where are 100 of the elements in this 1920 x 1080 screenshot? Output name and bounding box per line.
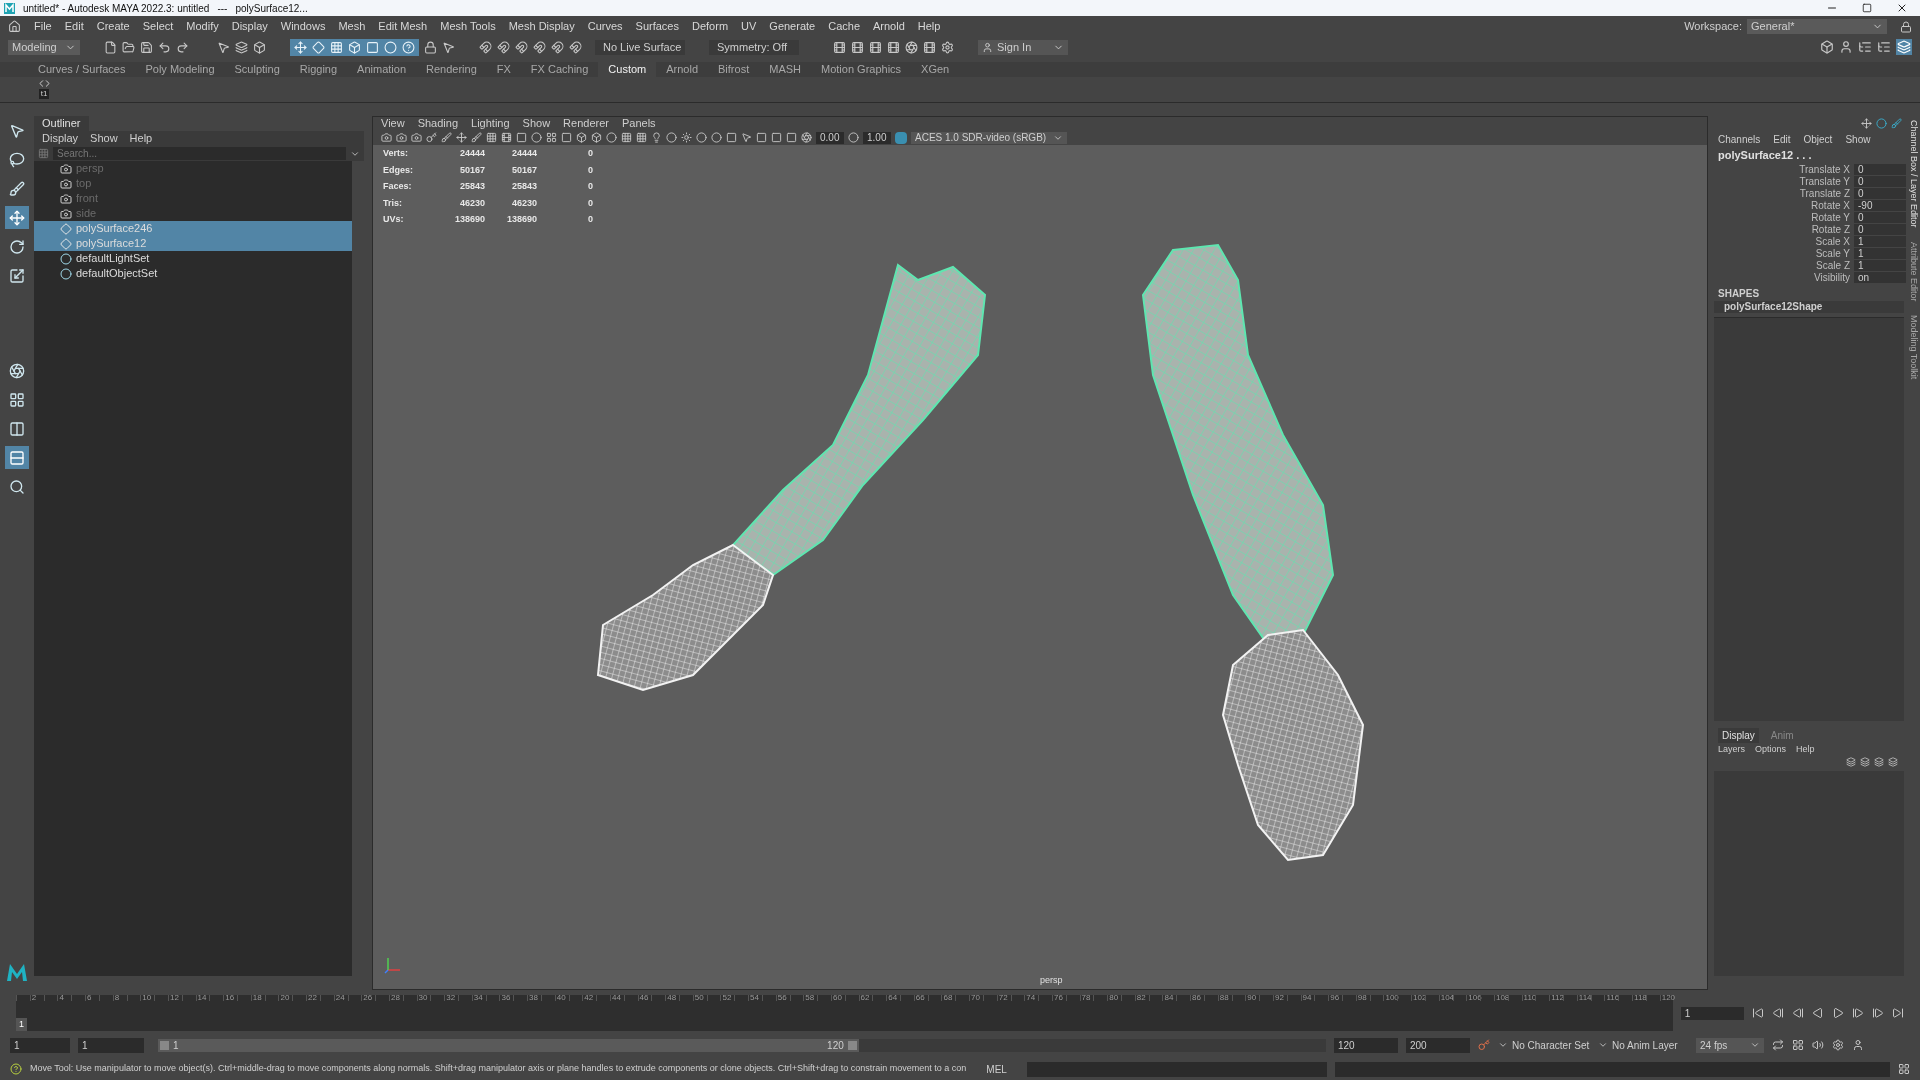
range-handle[interactable]	[847, 1040, 857, 1050]
circle-icon[interactable]	[1876, 118, 1887, 129]
shelf-tab[interactable]: FX Caching	[520, 62, 599, 77]
menu-item[interactable]: Edit Mesh	[378, 18, 428, 35]
anim-layer-dropdown[interactable]: No Anim Layer	[1598, 1037, 1688, 1053]
layers-icon[interactable]	[235, 40, 248, 54]
move-icon[interactable]	[294, 40, 307, 54]
pointer-icon[interactable]	[217, 40, 230, 54]
menu-item[interactable]: Lighting	[471, 115, 510, 132]
color-space-toggle[interactable]	[895, 131, 907, 144]
menu-item[interactable]: View	[381, 115, 405, 132]
menu-item[interactable]: Channels	[1718, 132, 1761, 147]
channel-field[interactable]: -90	[1854, 200, 1906, 211]
gamma-field[interactable]: 1.00	[863, 131, 891, 144]
redo-icon[interactable]	[176, 40, 189, 54]
mode-dropdown[interactable]: Modeling	[8, 39, 80, 55]
outliner-tab[interactable]: Outliner	[34, 116, 89, 131]
loop-icon[interactable]	[1772, 1039, 1784, 1051]
grid-icon[interactable]	[621, 132, 632, 143]
menu-item[interactable]: Deform	[692, 18, 729, 35]
lock-icon[interactable]	[1900, 20, 1912, 33]
step-forward-icon[interactable]	[1852, 1007, 1864, 1019]
menu-item[interactable]: Object	[1803, 132, 1833, 147]
shelf-tab[interactable]: Rigging	[289, 62, 348, 77]
layer-icon[interactable]	[1888, 756, 1898, 767]
side-tab[interactable]: Modeling Toolkit	[1906, 315, 1920, 380]
shelf-tab[interactable]: Poly Modeling	[135, 62, 225, 77]
sun-icon[interactable]	[681, 132, 692, 143]
shelf-tab[interactable]: MASH	[759, 62, 811, 77]
camera-icon[interactable]	[396, 132, 407, 143]
menu-item[interactable]: Show	[1845, 132, 1871, 147]
menu-item[interactable]: File	[34, 18, 52, 35]
clapperboard-icon[interactable]	[887, 40, 900, 54]
layer-icon[interactable]	[1846, 756, 1856, 767]
cube-icon[interactable]	[576, 132, 587, 143]
menu-item[interactable]: Help	[1796, 742, 1815, 757]
exposure-field[interactable]: 0.00	[816, 131, 844, 144]
menu-item[interactable]: Windows	[280, 18, 326, 35]
menu-item[interactable]: Panels	[621, 115, 656, 132]
skip-back-icon[interactable]	[1752, 1007, 1764, 1019]
pointer-icon[interactable]	[442, 40, 455, 54]
square-icon[interactable]	[756, 132, 767, 143]
menu-item[interactable]: Create	[96, 18, 130, 35]
menu-item[interactable]: Mesh Display	[508, 18, 575, 35]
shelf-button[interactable]: t1	[36, 78, 52, 99]
figure-icon[interactable]	[1852, 1039, 1864, 1051]
character-set-dropdown[interactable]: No Character Set	[1498, 1037, 1590, 1053]
gear-icon[interactable]	[941, 40, 954, 54]
side-tab[interactable]: Attribute Editor	[1906, 241, 1920, 302]
circle-icon[interactable]	[666, 132, 677, 143]
current-frame-field[interactable]: 1	[1680, 1006, 1744, 1020]
home-icon[interactable]	[8, 20, 21, 33]
move-icon[interactable]	[456, 132, 467, 143]
restore-icon[interactable]	[1862, 3, 1872, 13]
menu-item[interactable]: Layers	[1718, 742, 1745, 757]
menu-item[interactable]: Help	[129, 130, 153, 147]
step-forward-icon[interactable]	[1872, 1007, 1884, 1019]
step-back-icon[interactable]	[1792, 1007, 1804, 1019]
layer-icon[interactable]	[1874, 756, 1884, 767]
move-icon[interactable]	[5, 206, 29, 229]
key-icon[interactable]	[1478, 1039, 1490, 1051]
menu-item[interactable]: Options	[1755, 742, 1787, 757]
speaker-icon[interactable]	[1812, 1039, 1824, 1051]
outliner-item[interactable]: defaultLightSet	[34, 251, 352, 266]
help-icon[interactable]	[402, 40, 415, 54]
list-icon[interactable]	[1858, 40, 1872, 54]
playback-end-field[interactable]: 120	[1334, 1037, 1398, 1053]
clapperboard-icon[interactable]	[851, 40, 864, 54]
step-back-icon[interactable]	[1772, 1007, 1784, 1019]
channel-field[interactable]: 0	[1854, 224, 1906, 235]
play-reverse-icon[interactable]	[1812, 1007, 1824, 1019]
undo-icon[interactable]	[158, 40, 171, 54]
shelf-tab[interactable]: Rendering	[416, 62, 487, 77]
list-icon[interactable]	[1877, 40, 1891, 54]
close-icon[interactable]	[1896, 2, 1908, 14]
menu-item[interactable]: Select	[142, 18, 174, 35]
menu-item[interactable]: Shading	[417, 115, 459, 132]
magnet-icon[interactable]	[479, 40, 492, 54]
layer-tab[interactable]: Display	[1718, 728, 1759, 743]
camera-icon[interactable]	[411, 132, 422, 143]
command-line-field[interactable]	[1026, 1061, 1327, 1077]
save-icon[interactable]	[140, 40, 153, 54]
circle-icon[interactable]	[606, 132, 617, 143]
workspace-dropdown[interactable]: General*	[1747, 19, 1887, 34]
aperture-icon[interactable]	[905, 40, 918, 54]
menu-item[interactable]: Curves	[587, 18, 623, 35]
two-row-icon[interactable]	[5, 446, 29, 469]
menu-item[interactable]: Help	[917, 18, 941, 35]
play-icon[interactable]	[1832, 1007, 1844, 1019]
menu-item[interactable]: Surfaces	[635, 18, 679, 35]
square-icon[interactable]	[516, 132, 527, 143]
channel-field[interactable]: 0	[1854, 164, 1906, 175]
start-field[interactable]: 1	[10, 1037, 70, 1053]
shelf-tab[interactable]: Motion Graphics	[811, 62, 912, 77]
circle-icon[interactable]	[696, 132, 707, 143]
menu-item[interactable]: Display	[231, 18, 268, 35]
clapperboard-icon[interactable]	[833, 40, 846, 54]
channel-field[interactable]: 1	[1854, 260, 1906, 271]
magnet-icon[interactable]	[515, 40, 528, 54]
menu-item[interactable]: Generate	[769, 18, 816, 35]
